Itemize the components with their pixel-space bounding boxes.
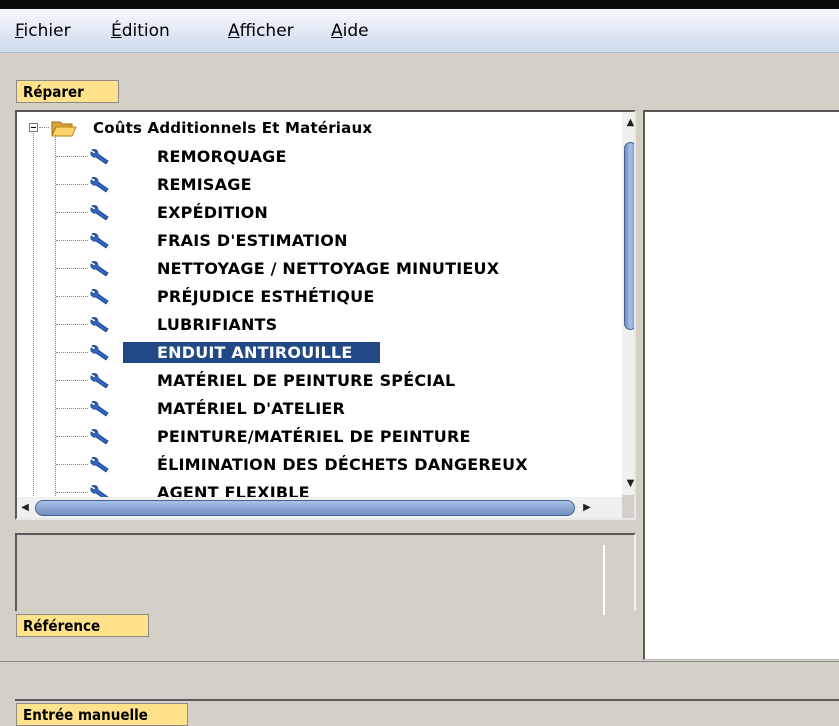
tree-item[interactable]: LUBRIFIANTS: [17, 311, 617, 339]
vertical-scrollbar[interactable]: ▲ ▼: [622, 112, 634, 495]
tree-branch-line: [56, 296, 88, 297]
tree-item[interactable]: ÉLIMINATION DES DÉCHETS DANGEREUX: [17, 451, 617, 479]
tab-reference[interactable]: Référence: [16, 614, 149, 637]
tree-item[interactable]: FRAIS D'ESTIMATION: [17, 227, 617, 255]
tree-item-label: PEINTURE/MATÉRIEL DE PEINTURE: [157, 427, 471, 446]
menu-edition[interactable]: Édition: [111, 21, 170, 41]
wrench-icon: [89, 343, 111, 361]
tree-branch-line: [56, 352, 88, 353]
wrench-icon: [89, 427, 111, 445]
tree-item-label: REMORQUAGE: [157, 147, 287, 166]
tree-item-label: PRÉJUDICE ESTHÉTIQUE: [157, 287, 375, 306]
tree-item[interactable]: REMISAGE: [17, 171, 617, 199]
horizontal-scrollbar[interactable]: ◀ ▶: [17, 497, 622, 518]
tree-item-label: ÉLIMINATION DES DÉCHETS DANGEREUX: [157, 455, 528, 474]
reference-panel-divider: [603, 545, 605, 615]
wrench-icon: [89, 175, 111, 193]
tree-branch-line: [56, 464, 88, 465]
menu-afficher[interactable]: Afficher: [228, 21, 294, 41]
tree-branch-line: [56, 408, 88, 409]
tree-branch-line: [56, 240, 88, 241]
tree-item-label: REMISAGE: [157, 175, 252, 194]
wrench-icon: [89, 259, 111, 277]
menu-bar: Fichier Édition Afficher Aide: [0, 9, 839, 53]
wrench-icon: [89, 455, 111, 473]
tree-branch-line: [56, 492, 88, 493]
repair-tree-panel: Coûts Additionnels Et Matériaux REMORQUAG…: [15, 110, 636, 520]
wrench-icon: [89, 147, 111, 165]
detail-panel: [643, 110, 839, 660]
tree-root-label: Coûts Additionnels Et Matériaux: [93, 119, 373, 137]
tree-item[interactable]: EXPÉDITION: [17, 199, 617, 227]
tree-item-label: FRAIS D'ESTIMATION: [157, 231, 348, 250]
tree-branch-line: [56, 212, 88, 213]
scroll-down-button[interactable]: ▼: [622, 473, 634, 495]
tab-entree-manuelle[interactable]: Entrée manuelle: [16, 703, 188, 726]
scroll-up-button[interactable]: ▲: [622, 112, 634, 134]
menu-fichier[interactable]: Fichier: [15, 21, 71, 41]
tree-branch-line: [56, 436, 88, 437]
tab-reparer[interactable]: Réparer: [16, 80, 119, 103]
wrench-icon: [89, 231, 111, 249]
tree-item-label-selected: ENDUIT ANTIROUILLE: [123, 342, 381, 363]
tree-item-label: MATÉRIEL D'ATELIER: [157, 399, 346, 418]
tree-branch-line: [56, 184, 88, 185]
collapse-icon[interactable]: [29, 123, 38, 132]
scroll-corner: [622, 495, 634, 518]
vertical-scroll-thumb[interactable]: [624, 142, 634, 330]
wrench-icon: [89, 315, 111, 333]
tree-branch-line: [56, 380, 88, 381]
wrench-icon: [89, 399, 111, 417]
tree-branch-line: [56, 324, 88, 325]
tree-root-row[interactable]: Coûts Additionnels Et Matériaux: [17, 115, 617, 143]
tree-item-label: NETTOYAGE / NETTOYAGE MINUTIEUX: [157, 259, 500, 278]
scroll-right-button[interactable]: ▶: [579, 497, 595, 518]
tree-branch-line: [56, 268, 88, 269]
tree-item[interactable]: PEINTURE/MATÉRIEL DE PEINTURE: [17, 423, 617, 451]
window-top-edge: [0, 0, 839, 9]
reference-panel: [15, 533, 636, 615]
tree-item[interactable]: ENDUIT ANTIROUILLE: [17, 339, 617, 367]
wrench-icon: [89, 371, 111, 389]
manual-entry-panel-edge: [15, 699, 839, 701]
section-divider: [0, 661, 839, 662]
tree-item-label: LUBRIFIANTS: [157, 315, 278, 334]
wrench-icon: [89, 203, 111, 221]
horizontal-scroll-thumb[interactable]: [35, 500, 575, 516]
tree-item[interactable]: MATÉRIEL D'ATELIER: [17, 395, 617, 423]
tree-item[interactable]: MATÉRIEL DE PEINTURE SPÉCIAL: [17, 367, 617, 395]
scroll-left-button[interactable]: ◀: [17, 497, 33, 518]
tree-item[interactable]: NETTOYAGE / NETTOYAGE MINUTIEUX: [17, 255, 617, 283]
wrench-icon: [89, 287, 111, 305]
tree-item-label: EXPÉDITION: [157, 203, 269, 222]
tree-branch-line: [56, 156, 88, 157]
tree-item[interactable]: REMORQUAGE: [17, 143, 617, 171]
tree-item[interactable]: PRÉJUDICE ESTHÉTIQUE: [17, 283, 617, 311]
menu-aide[interactable]: Aide: [331, 21, 369, 41]
tree-item-label: MATÉRIEL DE PEINTURE SPÉCIAL: [157, 371, 456, 390]
